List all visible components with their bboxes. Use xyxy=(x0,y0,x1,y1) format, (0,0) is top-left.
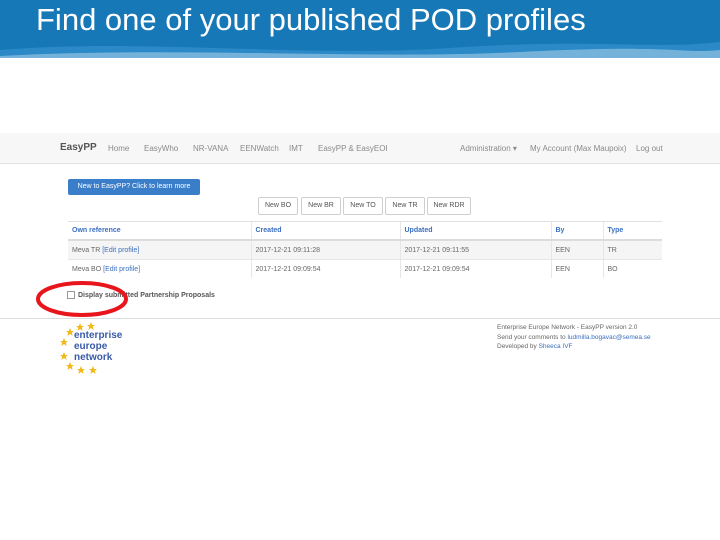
cell-by: EEN xyxy=(550,239,603,260)
slide-header: Find one of your published POD profiles xyxy=(0,0,720,58)
edit-profile-link[interactable]: [Edit profile] xyxy=(103,266,140,273)
footer-comments: Send your comments to ludmilla.bogavac@s… xyxy=(497,333,651,343)
footer-info: Enterprise Europe Network - EasyPP versi… xyxy=(497,323,651,352)
new-bo-button[interactable]: New BO xyxy=(258,197,298,215)
new-br-button[interactable]: New BR xyxy=(301,197,341,215)
profiles-table: Own reference Created Updated By Type Me… xyxy=(68,221,662,278)
cell-created: 2017-12-21 09:11:28 xyxy=(250,239,400,260)
contact-email-link[interactable]: ludmilla.bogavac@semea.se xyxy=(567,334,650,341)
new-to-button[interactable]: New TO xyxy=(343,197,383,215)
cell-by: EEN xyxy=(550,259,603,278)
cell-created: 2017-12-21 09:09:54 xyxy=(250,259,400,278)
nav-logout[interactable]: Log out xyxy=(636,144,663,153)
display-submitted-option[interactable]: Display submitted Partnership Proposals xyxy=(67,291,215,299)
display-submitted-checkbox[interactable] xyxy=(67,291,75,299)
new-rdr-button[interactable]: New RDR xyxy=(427,197,471,215)
nav-nr-vana[interactable]: NR-VANA xyxy=(193,144,228,153)
cell-type: BO xyxy=(602,259,662,278)
nav-my-account[interactable]: My Account (Max Maupoix) xyxy=(530,144,626,153)
footer-version: Enterprise Europe Network - EasyPP versi… xyxy=(497,324,638,331)
top-navbar: EasyPP Home EasyWho NR-VANA EENWatch IMT… xyxy=(0,133,720,164)
cell-updated: 2017-12-21 09:09:54 xyxy=(399,259,551,278)
developer-link[interactable]: Sheeca IVF xyxy=(539,343,573,350)
nav-eenwatch[interactable]: EENWatch xyxy=(240,144,279,153)
logo-line: network xyxy=(74,352,113,363)
footer-developer-prefix: Developed by xyxy=(497,343,539,350)
learn-more-button[interactable]: New to EasyPP? Click to learn more xyxy=(68,179,200,195)
een-logo-text: enterprise europe network xyxy=(74,330,122,363)
nav-administration[interactable]: Administration ▾ xyxy=(460,144,517,153)
nav-easypp-easyeoi[interactable]: EasyPP & EasyEOI xyxy=(318,144,388,153)
col-type[interactable]: Type xyxy=(602,221,662,241)
nav-home[interactable]: Home xyxy=(108,144,129,153)
col-updated[interactable]: Updated xyxy=(399,221,551,241)
table-row: Meva BO [Edit profile] 2017-12-21 09:09:… xyxy=(68,259,662,278)
cell-ref: Meva TR [Edit profile] xyxy=(68,239,251,260)
table-row: Meva TR [Edit profile] 2017-12-21 09:11:… xyxy=(68,239,662,260)
logo-line: enterprise xyxy=(74,330,123,341)
nav-imt[interactable]: IMT xyxy=(289,144,303,153)
table-header-row: Own reference Created Updated By Type xyxy=(68,221,662,241)
slide-title: Find one of your published POD profiles xyxy=(36,2,586,37)
logo-line: europe xyxy=(74,341,108,352)
col-created[interactable]: Created xyxy=(250,221,400,241)
cell-ref: Meva BO [Edit profile] xyxy=(68,259,251,278)
cell-type: TR xyxy=(602,239,662,260)
ref-text: Meva BO xyxy=(72,265,102,273)
ref-text: Meva TR xyxy=(72,246,101,254)
display-submitted-label: Display submitted Partnership Proposals xyxy=(78,291,215,299)
col-own-reference[interactable]: Own reference xyxy=(68,221,251,241)
edit-profile-link[interactable]: [Edit profile] xyxy=(102,247,139,254)
brand-link[interactable]: EasyPP xyxy=(60,142,97,153)
col-by[interactable]: By xyxy=(550,221,603,241)
nav-easywho[interactable]: EasyWho xyxy=(144,144,178,153)
screenshot: EasyPP Home EasyWho NR-VANA EENWatch IMT… xyxy=(0,133,720,318)
cell-updated: 2017-12-21 09:11:55 xyxy=(399,239,551,260)
footer-comments-prefix: Send your comments to xyxy=(497,333,568,341)
footer-developer: Developed by Sheeca IVF xyxy=(497,342,651,352)
new-tr-button[interactable]: New TR xyxy=(385,197,425,215)
footer-divider xyxy=(0,318,720,319)
